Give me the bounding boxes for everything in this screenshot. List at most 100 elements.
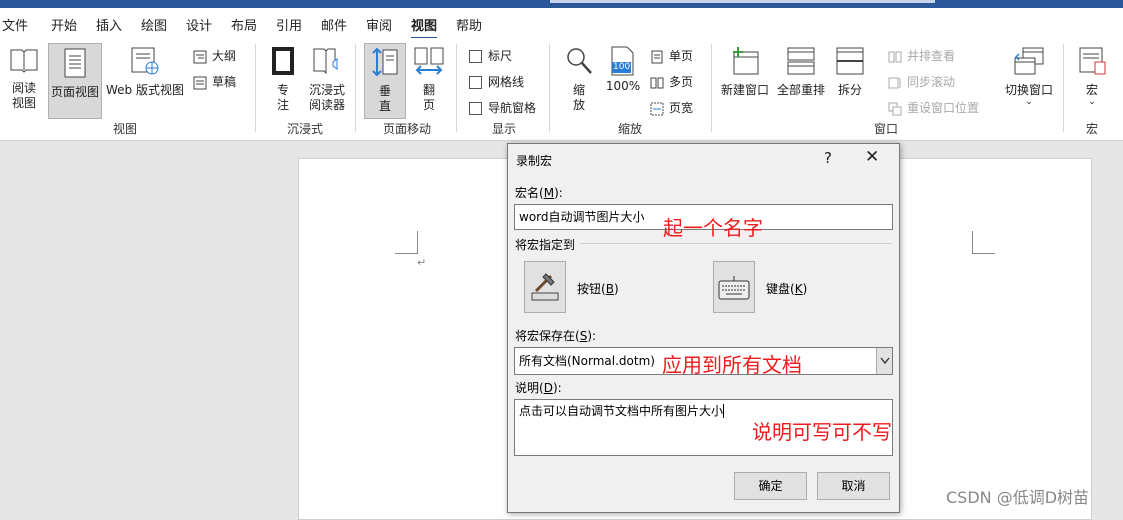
page-width-label: 页宽 xyxy=(669,101,694,115)
tab-help[interactable]: 帮助 xyxy=(456,15,482,34)
assign-keyboard-button[interactable] xyxy=(713,261,755,313)
tab-file[interactable]: 文件 xyxy=(2,15,28,34)
side-to-side-button[interactable]: 翻 页 xyxy=(410,46,448,113)
switch-windows-button[interactable]: 切换窗口 ⌄ xyxy=(1000,46,1058,107)
annotation-name: 起一个名字 xyxy=(663,216,763,240)
tab-insert[interactable]: 插入 xyxy=(96,15,122,34)
tab-design[interactable]: 设计 xyxy=(186,15,212,34)
macro-group-label: 宏 xyxy=(1085,122,1098,136)
store-macro-value: 所有文档(Normal.dotm) xyxy=(519,354,655,368)
page-view-icon xyxy=(64,48,86,78)
hundred-badge: 100 xyxy=(612,62,632,73)
chevron-down-icon: ⌄ xyxy=(1088,97,1096,107)
nav-pane-label: 导航窗格 xyxy=(488,101,537,115)
zoom-group-label: 缩放 xyxy=(617,122,642,136)
read-mode-label-2: 视图 xyxy=(11,96,36,110)
split-button[interactable]: 拆分 xyxy=(832,46,868,98)
description-label: 说明(D): xyxy=(515,381,562,395)
gridlines-label: 网格线 xyxy=(488,75,525,89)
title-bar xyxy=(0,0,1123,8)
tab-draw[interactable]: 绘图 xyxy=(141,15,167,34)
cancel-button[interactable]: 取消 xyxy=(817,472,890,500)
macro-icon xyxy=(1079,47,1106,75)
arrange-all-button[interactable]: 全部重排 xyxy=(774,46,828,98)
tab-home[interactable]: 开始 xyxy=(51,15,77,34)
chevron-down-icon xyxy=(880,357,890,365)
new-window-icon xyxy=(733,47,759,75)
dropdown-arrow[interactable] xyxy=(876,348,892,374)
gridlines-checkbox[interactable]: 网格线 xyxy=(469,73,524,90)
reset-window-position-label: 重设窗口位置 xyxy=(907,101,980,115)
outline-button[interactable]: 大纲 xyxy=(193,47,236,64)
multiple-pages-label: 多页 xyxy=(669,75,694,89)
ruler-label: 标尺 xyxy=(488,49,513,63)
immersive-reader-button[interactable]: 沉浸式 阅读器 xyxy=(305,46,349,113)
annotation-store: 应用到所有文档 xyxy=(662,353,802,377)
assign-button-button[interactable] xyxy=(524,261,566,313)
focus-label-2: 注 xyxy=(276,98,289,112)
outline-icon xyxy=(193,50,207,63)
side-to-side-label-2: 页 xyxy=(422,98,435,112)
arrange-all-icon xyxy=(787,47,815,75)
page-width-button[interactable]: 页宽 xyxy=(650,99,693,116)
focus-button[interactable]: 专 注 xyxy=(265,46,301,113)
nav-pane-check-box[interactable] xyxy=(469,102,482,115)
menu-tab-bar: 文件 开始 插入 绘图 设计 布局 引用 邮件 审阅 视图 帮助 xyxy=(0,8,1123,40)
read-mode-button[interactable]: 阅读 视图 xyxy=(4,46,44,111)
margin-mark-top-right xyxy=(972,231,995,254)
outline-label: 大纲 xyxy=(212,49,237,63)
sync-scroll-icon xyxy=(888,77,901,88)
web-layout-button[interactable]: Web 版式视图 xyxy=(104,46,186,98)
group-divider xyxy=(355,44,356,132)
multiple-pages-icon xyxy=(650,77,664,88)
switch-windows-icon xyxy=(1014,47,1044,75)
book-icon xyxy=(10,49,38,73)
print-layout-button[interactable]: 页面视图 xyxy=(48,43,102,119)
zoom-button[interactable]: 缩 放 xyxy=(561,46,597,113)
margin-mark-top-left xyxy=(395,231,418,254)
nav-pane-checkbox[interactable]: 导航窗格 xyxy=(469,99,536,116)
web-layout-icon xyxy=(131,47,159,75)
reset-window-position-button[interactable]: 重设窗口位置 xyxy=(888,99,979,116)
ruler-checkbox[interactable]: 标尺 xyxy=(469,47,512,64)
help-icon[interactable]: ? xyxy=(824,149,832,167)
new-window-button[interactable]: 新建窗口 xyxy=(718,46,772,98)
tab-view[interactable]: 视图 xyxy=(411,15,438,40)
group-divider xyxy=(255,44,256,132)
tab-review[interactable]: 审阅 xyxy=(366,15,392,34)
view-side-by-side-button[interactable]: 并排查看 xyxy=(888,47,955,64)
draft-button[interactable]: 草稿 xyxy=(193,73,236,90)
side-to-side-icon xyxy=(414,47,444,75)
show-group-label: 显示 xyxy=(491,122,516,136)
keyboard-icon xyxy=(718,276,750,300)
close-icon[interactable]: ✕ xyxy=(865,147,879,167)
split-icon xyxy=(836,47,864,75)
one-page-button[interactable]: 单页 xyxy=(650,47,693,64)
one-page-label: 单页 xyxy=(669,49,694,63)
vertical-page-move-button[interactable]: 垂 直 xyxy=(364,43,406,119)
hammer-icon xyxy=(531,273,559,301)
macros-button[interactable]: 宏 ⌄ xyxy=(1074,46,1110,107)
ok-button[interactable]: 确定 xyxy=(734,472,807,500)
side-to-side-label-1: 翻 xyxy=(422,83,435,97)
tab-references[interactable]: 引用 xyxy=(276,15,302,34)
paragraph-mark: ↵ xyxy=(417,256,427,269)
tab-layout[interactable]: 布局 xyxy=(231,15,257,34)
immersive-reader-icon xyxy=(313,48,338,75)
immersive-reader-label-1: 沉浸式 xyxy=(308,83,345,97)
group-divider xyxy=(1063,44,1064,132)
split-label: 拆分 xyxy=(837,83,862,97)
ruler-check-box[interactable] xyxy=(469,50,482,63)
multiple-pages-button[interactable]: 多页 xyxy=(650,73,693,90)
arrange-all-label: 全部重排 xyxy=(776,83,825,97)
gridlines-check-box[interactable] xyxy=(469,76,482,89)
side-by-side-label: 并排查看 xyxy=(907,49,956,63)
title-search-bar[interactable] xyxy=(550,0,935,3)
sync-scroll-button[interactable]: 同步滚动 xyxy=(888,73,955,90)
annotation-description: 说明可写可不写 xyxy=(752,420,892,444)
zoom-100-button[interactable]: 100 100% xyxy=(603,46,643,94)
tab-mailings[interactable]: 邮件 xyxy=(321,15,347,34)
group-divider xyxy=(549,44,550,132)
description-value: 点击可以自动调节文档中所有图片大小 xyxy=(519,404,724,418)
view-group-label: 视图 xyxy=(112,122,137,136)
